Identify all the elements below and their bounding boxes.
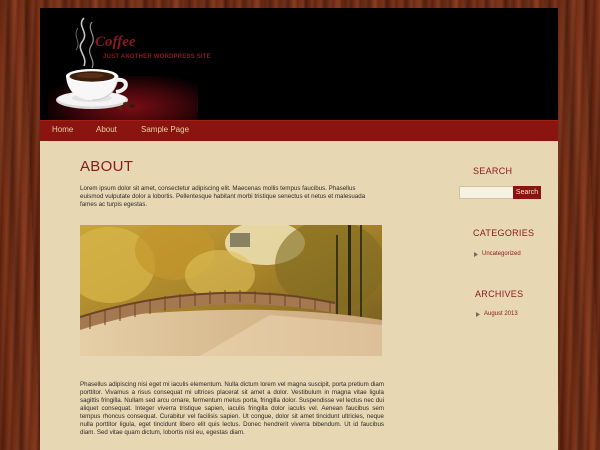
archive-link-august-2013[interactable]: August 2013 xyxy=(484,311,518,317)
category-link-uncategorized[interactable]: Uncategorized xyxy=(482,251,521,257)
nav-sample-page-link[interactable]: Sample Page xyxy=(141,125,189,134)
bullet-icon xyxy=(476,312,480,317)
categories-widget-title: CATEGORIES xyxy=(473,228,535,238)
archives-widget-title: ARCHIVES xyxy=(475,289,524,299)
nav-about-link[interactable]: About xyxy=(96,125,117,134)
site-tagline: JUST ANOTHER WORDPRESS SITE xyxy=(103,54,211,60)
body-paragraph: Phasellus adipiscing nisi eget mi iaculi… xyxy=(80,381,384,436)
main-navigation: Home About Sample Page xyxy=(40,120,558,141)
bridge-photo-graphic xyxy=(80,225,382,356)
intro-paragraph: Lorem ipsum dolor sit amet, consectetur … xyxy=(80,185,366,208)
bullet-icon xyxy=(474,252,478,257)
bridge-photo xyxy=(80,225,382,356)
page-title: ABOUT xyxy=(80,158,134,175)
coffee-cup-icon xyxy=(56,17,135,110)
nav-home-link[interactable]: Home xyxy=(52,125,73,134)
search-widget-title: SEARCH xyxy=(473,166,513,176)
site-header: Coffee JUST ANOTHER WORDPRESS SITE xyxy=(40,8,558,120)
page-container: Coffee JUST ANOTHER WORDPRESS SITE Home … xyxy=(40,8,558,450)
search-button[interactable]: Search xyxy=(513,186,541,199)
site-title[interactable]: Coffee xyxy=(95,34,136,51)
search-input[interactable] xyxy=(459,186,515,199)
